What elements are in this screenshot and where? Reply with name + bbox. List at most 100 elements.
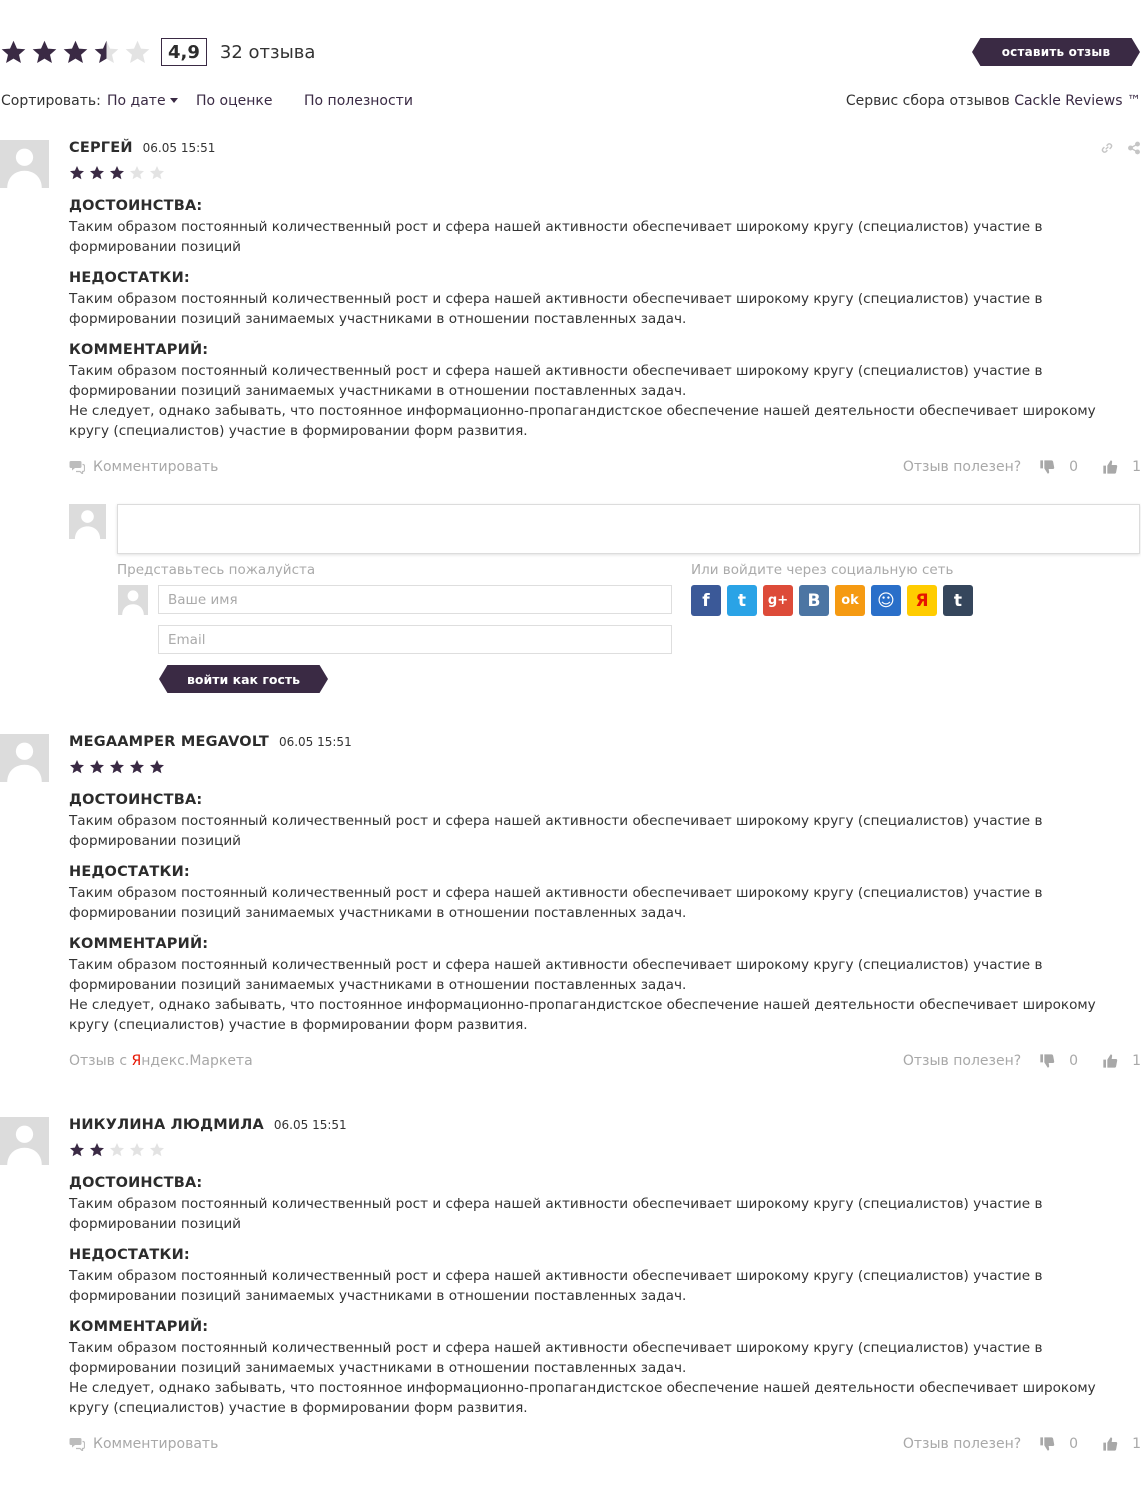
pros-heading: ДОСТОИНСТВА: — [69, 1175, 203, 1191]
pros-text: Таким образом постоянный количественный … — [69, 1196, 1043, 1232]
votes-down-count: 0 — [1069, 459, 1079, 475]
reply-label: Комментировать — [93, 1436, 219, 1452]
reply-label: Комментировать — [93, 459, 219, 475]
twitter-icon[interactable]: t — [727, 585, 757, 616]
cons-text: Таким образом постоянный количественный … — [69, 885, 1043, 921]
comment-textarea[interactable] — [117, 504, 1140, 554]
star-filled-icon — [109, 759, 125, 775]
social-login-title: Или войдите через социальную сеть — [691, 562, 954, 578]
star-filled-icon — [129, 759, 145, 775]
yandex-letter: Я — [131, 1053, 142, 1069]
votes-down-count: 0 — [1069, 1053, 1079, 1069]
star-filled-icon — [89, 165, 105, 181]
review-date: 06.05 15:51 — [273, 1118, 347, 1132]
sort-by-date-label: По дате — [107, 93, 166, 109]
review-count: 32 отзыва — [219, 41, 316, 63]
votes-up-count: 1 — [1132, 459, 1141, 475]
leave-review-button[interactable]: оставить отзыв — [972, 38, 1140, 66]
pros-text: Таким образом постоянный количественный … — [69, 813, 1043, 849]
facebook-icon[interactable]: f — [691, 585, 721, 616]
star-empty-icon — [129, 165, 145, 181]
cackle-reviews-link[interactable]: Cackle Reviews ™ — [1014, 93, 1141, 109]
useful-question: Отзыв полезен? — [902, 459, 1022, 475]
thumbs-up-icon[interactable] — [1102, 459, 1118, 475]
sort-by-date[interactable]: По дате — [107, 93, 178, 109]
service-credit: Сервис сбора отзывов Cackle Reviews ™ — [846, 93, 1141, 109]
reply-link[interactable]: Комментировать — [69, 459, 218, 475]
comment-heading: КОММЕНТАРИЙ: — [69, 1319, 209, 1335]
guest-avatar — [118, 585, 148, 615]
useful-question: Отзыв полезен? — [902, 1053, 1022, 1069]
source-rest: ндекс.Маркета — [141, 1053, 253, 1069]
star-filled-icon — [69, 1142, 85, 1158]
thumbs-up-icon[interactable] — [1102, 1436, 1118, 1452]
votes-up-count: 1 — [1132, 1053, 1141, 1069]
cons-heading: НЕДОСТАТКИ: — [69, 864, 190, 880]
review-source: Отзыв с Яндекс.Маркета — [69, 1053, 253, 1069]
review-item: СЕРГЕЙ 06.05 15:51 ДОСТОИНСТВА: Таким обр… — [0, 140, 1141, 700]
rating-summary: 4,9 32 отзыва — [0, 36, 315, 68]
name-field[interactable] — [158, 585, 672, 614]
thumbs-down-icon[interactable] — [1039, 459, 1055, 475]
comment-text-2: Не следует, однако забывать, что постоян… — [69, 997, 1096, 1033]
sort-label: Сортировать: — [1, 93, 101, 109]
thumbs-up-icon[interactable] — [1102, 1053, 1118, 1069]
comment-text: Таким образом постоянный количественный … — [69, 957, 1043, 993]
average-score: 4,9 — [161, 38, 207, 66]
reviewer-name: НИКУЛИНА ЛЮДМИЛА — [69, 1117, 264, 1133]
comment-text: Таким образом постоянный количественный … — [69, 1340, 1043, 1376]
avatar — [0, 734, 49, 782]
comment-heading: КОММЕНТАРИЙ: — [69, 936, 209, 952]
review-date: 06.05 15:51 — [142, 141, 216, 155]
comment-text-2: Не следует, однако забывать, что постоян… — [69, 1380, 1096, 1416]
review-stars — [69, 165, 1141, 181]
social-login-buttons: f t g+ Bok ☺ Яt — [691, 585, 973, 616]
sort-by-rating[interactable]: По оценке — [196, 93, 272, 109]
cons-text: Таким образом постоянный количественный … — [69, 291, 1043, 327]
avatar — [69, 504, 106, 539]
pros-heading: ДОСТОИНСТВА: — [69, 198, 203, 214]
comments-icon — [69, 461, 85, 474]
star-empty-icon — [149, 165, 165, 181]
review-date: 06.05 15:51 — [278, 735, 352, 749]
star-filled-icon — [149, 759, 165, 775]
useful-question: Отзыв полезен? — [902, 1436, 1022, 1452]
reply-link[interactable]: Комментировать — [69, 1436, 218, 1452]
review-stars — [69, 759, 1141, 775]
avatar — [0, 140, 49, 188]
sort-bar: Сортировать: По дате По оценке По полезн… — [0, 93, 1141, 113]
votes-up-count: 1 — [1132, 1436, 1141, 1452]
star-filled-icon — [89, 759, 105, 775]
guest-login-button[interactable]: войти как гость — [159, 665, 328, 693]
review-actions — [1100, 141, 1141, 155]
vk-icon[interactable]: B — [799, 585, 829, 616]
share-icon[interactable] — [1127, 141, 1141, 155]
comment-heading: КОММЕНТАРИЙ: — [69, 342, 209, 358]
google-plus-icon[interactable]: g+ — [763, 585, 793, 616]
review-stars — [69, 1142, 1141, 1158]
caret-down-icon — [169, 98, 178, 103]
link-icon[interactable] — [1100, 141, 1114, 155]
comment-text: Таким образом постоянный количественный … — [69, 363, 1043, 399]
votes-down-count: 0 — [1069, 1436, 1079, 1452]
thumbs-down-icon[interactable] — [1039, 1436, 1055, 1452]
thumbs-down-icon[interactable] — [1039, 1053, 1055, 1069]
pros-heading: ДОСТОИНСТВА: — [69, 792, 203, 808]
mailru-icon[interactable]: ☺ — [871, 585, 901, 616]
service-prefix: Сервис сбора отзывов — [845, 93, 1010, 109]
cons-text: Таким образом постоянный количественный … — [69, 1268, 1043, 1304]
comment-text-2: Не следует, однако забывать, что постоян… — [69, 403, 1096, 439]
reviewer-name: MEGAAMPER MEGAVOLT — [69, 734, 269, 750]
cons-heading: НЕДОСТАТКИ: — [69, 1247, 190, 1263]
review-item: НИКУЛИНА ЛЮДМИЛА 06.05 15:51 ДОСТОИНСТВА… — [0, 1117, 1141, 1487]
star-filled-icon — [69, 759, 85, 775]
tumblr-icon[interactable]: t — [943, 585, 973, 616]
summary-stars — [0, 39, 151, 66]
pros-text: Таким образом постоянный количественный … — [69, 219, 1043, 255]
star-empty-icon — [129, 1142, 145, 1158]
avatar — [0, 1117, 49, 1165]
odnoklassniki-icon[interactable]: ok — [835, 585, 865, 616]
sort-by-usefulness[interactable]: По полезности — [304, 93, 413, 109]
yandex-icon[interactable]: Я — [907, 585, 937, 616]
email-field[interactable] — [158, 625, 672, 654]
